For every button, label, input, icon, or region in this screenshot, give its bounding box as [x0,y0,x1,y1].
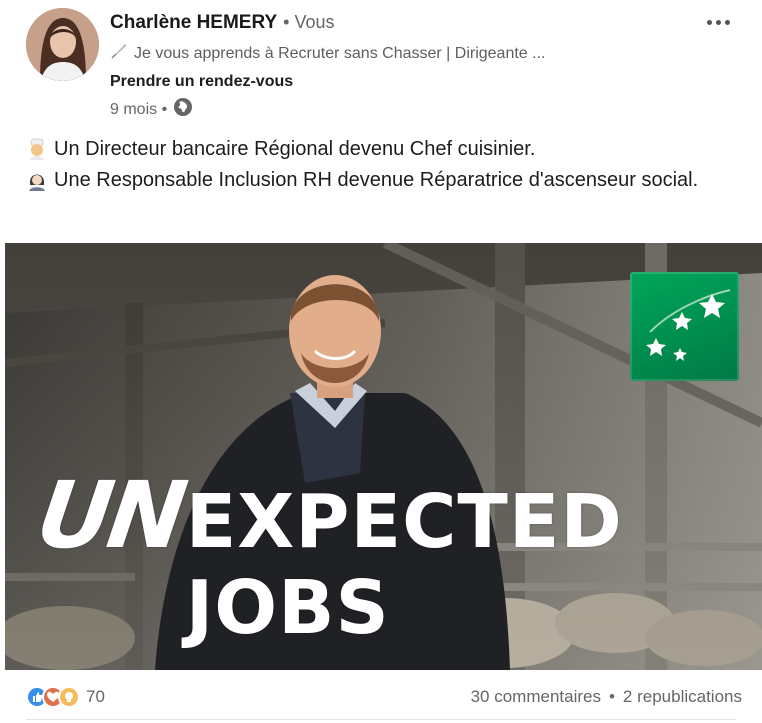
engagement-stats: 30 commentaires • 2 republications [471,687,742,707]
reposts-count-link[interactable]: 2 republications [623,687,742,707]
author-relation: • Vous [283,12,335,32]
feather-icon [110,42,128,65]
post-text-line-2-text: Une Responsable Inclusion RH devenue Rép… [54,169,699,191]
author-headline-text: Je vous apprends à Recruter sans Chasser… [134,44,546,62]
image-title-un: UN [30,462,190,569]
chef-emoji-icon [26,138,48,160]
image-title-rest: EXPECTED JOBS [185,479,623,651]
author-headline: Je vous apprends à Recruter sans Chasser… [110,42,545,65]
author-avatar[interactable] [26,8,99,81]
reaction-count: 70 [86,687,105,706]
comments-count-link[interactable]: 30 commentaires [471,687,601,707]
more-options-button[interactable] [700,8,736,36]
globe-icon [173,97,193,122]
stats-separator: • [608,687,615,706]
post-text-line-1: Un Directeur bancaire Régional devenu Ch… [26,134,726,165]
image-title: UN EXPECTED JOBS [30,462,762,651]
author-name[interactable]: Charlène HEMERY [110,12,277,34]
bank-logo [630,272,739,381]
appointment-link[interactable]: Prendre un rendez-vous [110,73,293,91]
post-text: Un Directeur bancaire Régional devenu Ch… [26,134,726,196]
more-horizontal-icon [706,19,712,25]
footer-divider [26,719,736,720]
reaction-icons [26,686,80,708]
post-text-line-2: Une Responsable Inclusion RH devenue Rép… [26,165,726,196]
social-counts-bar: 70 30 commentaires • 2 republications [26,683,742,711]
post-meta: 9 mois • [110,97,193,122]
author-name-row: Charlène HEMERY • Vous [110,12,335,34]
post-time: 9 mois • [110,100,168,118]
post-text-line-1-text: Un Directeur bancaire Régional devenu Ch… [54,138,536,160]
feed-post: Charlène HEMERY • Vous Je vous apprends … [0,0,762,723]
woman-office-worker-emoji-icon [26,169,48,191]
insightful-icon [58,686,80,708]
reactions-summary[interactable]: 70 [26,686,105,708]
